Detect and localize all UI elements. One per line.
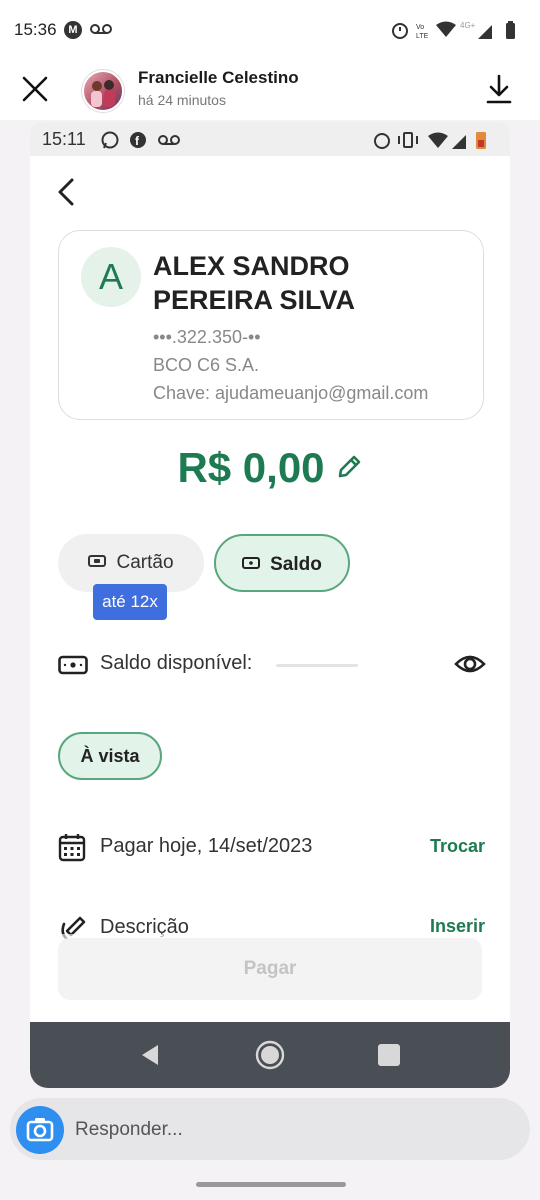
poster-name[interactable]: Francielle Celestino <box>138 68 299 88</box>
payment-method-saldo-label: Saldo <box>270 554 322 575</box>
camera-icon <box>26 1118 54 1142</box>
post-timestamp: há 24 minutos <box>138 92 226 108</box>
nav-back-icon[interactable] <box>138 1042 162 1068</box>
installment-option-a-vista[interactable]: À vista <box>58 732 162 780</box>
change-date-link[interactable]: Trocar <box>430 836 485 857</box>
reply-placeholder: Responder... <box>75 1119 183 1140</box>
camera-button[interactable] <box>16 1106 64 1154</box>
shared-screenshot: 15:11 f A ALEX SANDRO PEREIRA SILVA •••.… <box>30 122 510 1088</box>
available-balance-label: Saldo disponível: <box>100 652 253 674</box>
recipient-bank: BCO C6 S.A. <box>153 355 260 375</box>
recipient-pix-key: Chave: ajudameuanjo@gmail.com <box>153 383 429 403</box>
pay-button[interactable]: Pagar <box>58 938 482 1000</box>
pencil-icon[interactable] <box>335 453 363 481</box>
hidden-balance-value <box>276 664 358 667</box>
amount-display[interactable]: R$ 0,00 <box>30 444 510 492</box>
eye-icon[interactable] <box>454 650 486 678</box>
nav-recents-icon[interactable] <box>378 1044 400 1066</box>
cash-icon <box>242 556 261 569</box>
arrow-left-icon[interactable] <box>52 174 82 210</box>
system-status-icons: Vo LTE 4G+ <box>392 21 515 40</box>
payment-method-saldo[interactable]: Saldo <box>214 534 350 592</box>
voicemail-icon <box>90 24 112 34</box>
download-icon[interactable] <box>484 72 514 106</box>
inner-system-icons <box>374 132 486 149</box>
recipient-avatar: A <box>81 247 141 307</box>
notification-icons: f <box>101 131 180 149</box>
calendar-icon <box>58 834 86 862</box>
recipient-card: A ALEX SANDRO PEREIRA SILVA •••.322.350-… <box>58 230 484 420</box>
avatar[interactable] <box>82 70 124 112</box>
cash-icon <box>58 655 88 675</box>
recipient-name: ALEX SANDRO PEREIRA SILVA <box>153 251 356 315</box>
status-time: 15:36 <box>14 20 57 39</box>
home-indicator[interactable] <box>196 1182 346 1187</box>
svg-text:Vo: Vo <box>416 24 424 31</box>
inner-status-time: 15:11 <box>42 129 86 149</box>
payment-date-label: Pagar hoje, 14/set/2023 <box>100 835 313 857</box>
payment-method-cartao-label: Cartão <box>116 552 174 573</box>
close-icon[interactable] <box>18 72 52 106</box>
motorola-icon: M <box>64 21 82 39</box>
svg-text:LTE: LTE <box>416 33 429 40</box>
svg-text:4G+: 4G+ <box>460 21 476 30</box>
recipient-document: •••.322.350-•• <box>153 327 261 347</box>
card-icon <box>88 554 107 567</box>
installment-badge: até 12x <box>93 584 167 620</box>
amount-value[interactable]: R$ 0,00 <box>177 444 324 492</box>
nav-home-icon[interactable] <box>254 1039 286 1071</box>
